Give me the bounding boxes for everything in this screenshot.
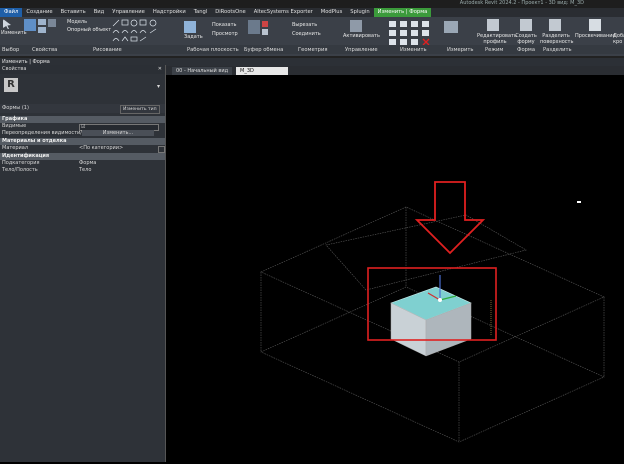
prop-row: Тело/Полость Тело <box>2 167 92 174</box>
tab-view[interactable]: Вид <box>90 8 109 17</box>
modify-button[interactable]: Изменить <box>1 19 27 36</box>
cut-button[interactable]: Вырезать <box>292 22 317 28</box>
create-form-icon[interactable] <box>520 19 532 31</box>
tab-manage[interactable]: Управление <box>108 8 149 17</box>
join-button[interactable]: Соединить <box>292 31 321 37</box>
group-draw: Рисование <box>93 47 122 53</box>
tab-insert[interactable]: Вставить <box>57 8 90 17</box>
tab-splugin[interactable]: Splugin <box>346 8 373 17</box>
tab-modify-form[interactable]: Изменить | Форма <box>373 8 432 17</box>
3d-viewport[interactable] <box>166 75 624 462</box>
prop-row: Переопределения видимости/гр... Изменить.… <box>0 130 165 137</box>
tab-view-3d[interactable]: M_3D <box>236 67 288 75</box>
tab-tangl[interactable]: Tangl <box>190 8 212 17</box>
group-mode: Режим <box>485 47 504 53</box>
activate-button[interactable]: Активировать <box>343 33 380 39</box>
measure-icon[interactable] <box>444 21 458 33</box>
properties-header: Свойства ✕ <box>0 65 165 74</box>
xray-button[interactable]: Просвечивание <box>575 33 616 39</box>
paste-icon[interactable] <box>248 20 260 34</box>
activate-icon[interactable] <box>350 20 362 32</box>
edit-profile-button[interactable]: Редактировать профиль <box>477 33 517 45</box>
split-surface-button[interactable]: Разделить поверхность <box>540 33 573 45</box>
viewport-canvas[interactable] <box>166 75 624 462</box>
copy-icon[interactable] <box>262 29 268 35</box>
draw-shapes-icon <box>112 19 157 42</box>
modify-label: Изменить <box>1 30 27 36</box>
tab-view-start[interactable]: 00 - Начальный вид <box>172 67 233 75</box>
section-identity[interactable]: Идентификация <box>0 153 165 160</box>
close-icon[interactable]: ✕ <box>158 65 162 74</box>
reference-button[interactable]: Опорный объект <box>67 27 111 33</box>
title-bar: Autodesk Revit 2024.2 - Проект1 - 3D вид… <box>0 0 624 8</box>
properties-title: Свойства <box>2 66 27 72</box>
prop-row: Видимые ☑ <box>0 123 165 131</box>
instance-count: Формы (1) <box>2 105 29 111</box>
chevron-down-icon[interactable]: ▾ <box>157 83 160 90</box>
tab-modplus[interactable]: ModPlus <box>317 8 347 17</box>
instance-selector[interactable]: Формы (1) Изменить тип <box>0 104 165 114</box>
family-type-icon: R <box>4 78 18 92</box>
create-form-button[interactable]: Создать форму <box>514 33 538 45</box>
section-materials[interactable]: Материалы и отделка <box>0 138 165 145</box>
group-divide: Разделить <box>543 47 572 53</box>
view-tabs: 00 - Начальный вид M_3D <box>166 66 624 75</box>
drawing-tools[interactable] <box>112 19 160 43</box>
cut-clip-icon[interactable] <box>262 21 268 27</box>
model-button[interactable]: Модель <box>67 19 87 25</box>
section-graphics[interactable]: Графика <box>0 116 165 123</box>
add-edge-button[interactable]: Добав кро <box>613 33 624 45</box>
material-value[interactable]: <По категории> <box>79 145 123 152</box>
type-properties-icon[interactable] <box>38 19 46 25</box>
group-geometry: Геометрия <box>298 47 328 53</box>
set-workplane-icon[interactable] <box>184 21 196 33</box>
properties-icon[interactable] <box>24 19 36 31</box>
solid-void-value[interactable]: Тело <box>79 167 91 174</box>
visibility-override-button[interactable]: Изменить... <box>82 130 154 136</box>
window-title: Autodesk Revit 2024.2 - Проект1 - 3D вид… <box>459 0 584 6</box>
group-select[interactable]: Выбор <box>2 47 19 53</box>
edit-profile-icon[interactable] <box>487 19 499 31</box>
show-workplane-button[interactable]: Показать <box>212 22 237 28</box>
family-category-icon[interactable] <box>48 19 56 27</box>
group-workplane: Рабочая плоскость <box>187 47 239 53</box>
subcategory-value[interactable]: Форма <box>79 160 96 167</box>
properties-panel: Свойства ✕ R ▾ Формы (1) Изменить тип Гр… <box>0 65 166 462</box>
tab-create[interactable]: Создание <box>22 8 56 17</box>
group-clipboard: Буфер обмена <box>244 47 284 53</box>
modify-tools[interactable] <box>388 20 434 46</box>
xray-icon[interactable] <box>589 19 601 31</box>
prop-row: Подкатегория Форма <box>2 160 97 167</box>
ribbon-group-labels: Выбор Свойства Рисование Рабочая плоскос… <box>0 45 624 54</box>
group-manage: Управление <box>345 47 378 53</box>
preview-button[interactable]: Просмотр <box>212 31 238 37</box>
family-types-icon[interactable] <box>38 27 46 33</box>
edit-type-button[interactable]: Изменить тип <box>120 105 160 114</box>
set-workplane-button[interactable]: Задать <box>184 34 203 40</box>
prop-row: Материал <По категории> <box>0 145 165 153</box>
tab-file[interactable]: Файл <box>0 8 23 17</box>
group-measure: Измерить <box>447 47 474 53</box>
group-properties: Свойства <box>32 47 58 53</box>
tab-addins[interactable]: Надстройки <box>149 8 190 17</box>
cursor-marker <box>577 201 581 203</box>
down-arrow-icon <box>414 181 486 255</box>
tab-altec[interactable]: AltecSystems Exporter <box>250 8 317 17</box>
group-modify: Изменить <box>400 47 427 53</box>
modify-tools-icon <box>389 21 430 46</box>
cursor-icon <box>3 19 11 29</box>
browse-icon[interactable] <box>158 146 165 153</box>
ribbon-tab-bar: Файл Создание Вставить Вид Управление На… <box>0 8 624 17</box>
group-form: Форма <box>517 47 536 53</box>
split-surface-icon[interactable] <box>549 19 561 31</box>
tab-diroots[interactable]: DiRootsOne <box>211 8 249 17</box>
solid-form[interactable] <box>390 286 472 357</box>
